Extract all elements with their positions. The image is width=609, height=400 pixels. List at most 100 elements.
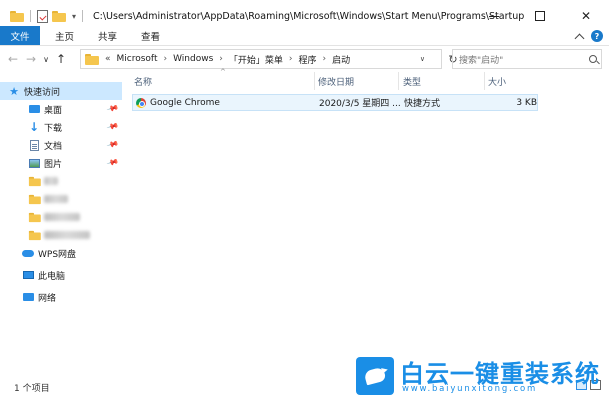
toolbar-divider — [82, 10, 84, 22]
redacted-label — [44, 177, 58, 185]
file-modified: 2020/3/5 星期四 ... — [319, 99, 401, 109]
column-label: 名称 — [134, 77, 153, 88]
properties-icon[interactable] — [37, 9, 48, 23]
file-type: 快捷方式 — [404, 99, 441, 109]
sidebar-item-this-pc[interactable]: 此电脑 — [0, 266, 122, 284]
search-icon[interactable] — [585, 51, 601, 67]
file-name: Google Chrome — [150, 97, 220, 108]
search-box[interactable]: 搜索"启动" — [452, 49, 602, 69]
file-name-cell: Google Chrome — [136, 95, 316, 110]
redacted-label — [44, 231, 90, 239]
column-header-type[interactable]: 类型 — [403, 70, 485, 92]
column-divider[interactable] — [314, 72, 315, 90]
breadcrumb-windows[interactable]: Windows — [173, 54, 213, 64]
chevron-down-icon: ∨ — [43, 54, 49, 64]
column-header-name[interactable]: 名称 — [134, 70, 314, 92]
sidebar-item-network[interactable]: 网络 — [0, 288, 122, 306]
pin-icon: 📌 — [106, 120, 120, 133]
ribbon-controls: ? — [574, 26, 603, 46]
up-button[interactable]: ↑ — [52, 49, 70, 69]
pin-icon: 📌 — [106, 156, 120, 169]
ribbon-tabs: 文件 主页 共享 查看 ? — [0, 26, 609, 46]
sidebar-item-label: 快速访问 — [24, 87, 61, 98]
redacted-label — [44, 213, 80, 221]
breadcrumb-separator[interactable]: › — [219, 54, 223, 64]
recent-locations-button[interactable]: ∨ — [40, 49, 52, 69]
maximize-icon — [535, 11, 545, 21]
sidebar-item-label: 下载 — [44, 123, 63, 134]
sidebar-item-quick-access[interactable]: ★ 快速访问 — [0, 82, 122, 100]
help-icon[interactable]: ? — [591, 30, 603, 42]
column-label: 大小 — [488, 77, 507, 88]
tab-file[interactable]: 文件 — [0, 26, 40, 45]
up-arrow-icon: ↑ — [55, 52, 67, 66]
breadcrumb-microsoft[interactable]: Microsoft — [117, 54, 158, 64]
computer-icon — [22, 270, 34, 281]
sidebar-item-folder[interactable] — [0, 226, 122, 244]
column-label: 修改日期 — [318, 77, 355, 88]
item-count: 1 个项目 — [14, 383, 50, 394]
sidebar-item-pictures[interactable]: 图片 📌 — [0, 154, 122, 172]
pin-icon: 📌 — [106, 102, 120, 115]
new-folder-icon[interactable] — [52, 10, 66, 22]
breadcrumb-programs[interactable]: 程序 — [299, 53, 317, 66]
watermark: 白云一键重装系统 www.baiyunxitong.com — [356, 353, 606, 398]
sidebar-item-label: WPS网盘 — [38, 249, 77, 260]
watermark-url: www.baiyunxitong.com — [402, 384, 538, 394]
back-button[interactable]: ← — [4, 49, 22, 69]
star-icon: ★ — [9, 84, 19, 98]
desktop-icon — [28, 104, 40, 115]
folder-icon — [28, 230, 41, 241]
file-list: ^ 名称 修改日期 类型 大小 Google Chrome 2020/3/5 星… — [124, 68, 609, 372]
sidebar-item-folder[interactable] — [0, 172, 122, 190]
address-bar[interactable]: « Microsoft › Windows › 「开始」菜单 › 程序 › 启动… — [80, 49, 442, 69]
cloud-icon — [22, 248, 34, 259]
network-icon — [22, 292, 34, 303]
forward-arrow-icon: → — [25, 52, 37, 66]
folder-icon — [28, 194, 41, 205]
sidebar-item-folder[interactable] — [0, 208, 122, 226]
sidebar-item-documents[interactable]: 文档 📌 — [0, 136, 122, 154]
column-divider[interactable] — [398, 72, 399, 90]
toolbar-divider — [30, 10, 31, 22]
quick-access-toolbar: ▾ — [0, 9, 85, 23]
breadcrumb-separator[interactable]: › — [163, 54, 167, 64]
sidebar-item-label: 文档 — [44, 141, 63, 152]
sidebar-item-desktop[interactable]: 桌面 📌 — [0, 100, 122, 118]
download-icon: ↓ — [28, 120, 40, 134]
tab-view[interactable]: 查看 — [132, 26, 169, 45]
address-dropdown-icon[interactable]: ∨ — [420, 55, 425, 63]
breadcrumb-separator[interactable]: › — [323, 54, 327, 64]
column-header-modified[interactable]: 修改日期 — [318, 70, 400, 92]
sidebar-item-folder[interactable] — [0, 190, 122, 208]
tab-share[interactable]: 共享 — [89, 26, 126, 45]
breadcrumb-overflow[interactable]: « — [105, 54, 111, 64]
chrome-icon — [136, 97, 146, 108]
breadcrumb-start-menu[interactable]: 「开始」菜单 — [229, 53, 283, 66]
breadcrumb-separator[interactable]: › — [289, 54, 293, 64]
search-input[interactable]: 搜索"启动" — [459, 53, 585, 66]
sidebar-item-label: 网络 — [38, 293, 57, 304]
sidebar-item-wps[interactable]: WPS网盘 — [0, 244, 122, 262]
customize-toolbar-dropdown-icon[interactable]: ▾ — [72, 12, 76, 21]
bird-logo-icon — [356, 357, 394, 395]
back-arrow-icon: ← — [7, 52, 19, 66]
table-row[interactable]: Google Chrome 2020/3/5 星期四 ... 快捷方式 3 KB — [132, 94, 538, 111]
window-title: C:\Users\Administrator\AppData\Roaming\M… — [93, 10, 525, 22]
column-header-size[interactable]: 大小 — [488, 70, 548, 92]
navigation-pane: ★ 快速访问 桌面 📌 ↓ 下载 📌 文档 📌 图片 📌 WPS网盘 此电脑 网… — [0, 76, 122, 372]
folder-icon — [10, 10, 24, 22]
breadcrumb-startup[interactable]: 启动 — [332, 53, 350, 66]
pictures-icon — [28, 158, 40, 169]
column-label: 类型 — [403, 77, 422, 88]
close-icon: ✕ — [580, 9, 592, 23]
sidebar-item-downloads[interactable]: ↓ 下载 📌 — [0, 118, 122, 136]
folder-icon — [85, 53, 99, 65]
pin-icon: 📌 — [106, 138, 120, 151]
tab-home[interactable]: 主页 — [46, 26, 83, 45]
column-divider[interactable] — [484, 72, 485, 90]
sidebar-item-label: 此电脑 — [38, 271, 66, 282]
sidebar-item-label: 图片 — [44, 159, 63, 170]
expand-ribbon-icon[interactable] — [574, 33, 585, 43]
forward-button[interactable]: → — [22, 49, 40, 69]
